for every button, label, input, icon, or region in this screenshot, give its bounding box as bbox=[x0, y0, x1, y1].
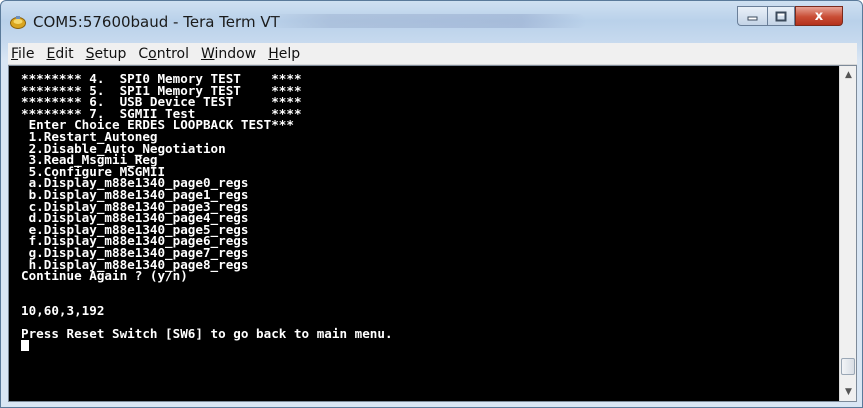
menu-item-1[interactable]: Edit bbox=[46, 46, 73, 62]
tera-term-app-icon[interactable] bbox=[10, 15, 26, 29]
minimize-icon bbox=[747, 16, 757, 21]
menu-mnemonic: H bbox=[268, 45, 279, 62]
terminal-line: Continue Again ? (y/n) bbox=[21, 268, 188, 284]
scroll-up-arrow-icon[interactable]: ▲ bbox=[843, 69, 854, 81]
maximize-icon bbox=[775, 11, 787, 21]
menu-item-5[interactable]: Help bbox=[268, 46, 300, 62]
maximize-button[interactable] bbox=[767, 6, 795, 26]
terminal-line: Press Reset Switch [SW6] to go back to m… bbox=[21, 326, 393, 342]
window-title: COM5:57600baud - Tera Term VT bbox=[33, 13, 280, 31]
vertical-scrollbar[interactable]: ▲ ▼ bbox=[839, 66, 856, 401]
menu-item-3[interactable]: Control bbox=[138, 46, 189, 62]
terminal-line: 10,60,3,192 bbox=[21, 302, 105, 318]
terminal-area[interactable]: ******** 4. SPI0 Memory TEST **** *******… bbox=[8, 65, 857, 402]
minimize-button[interactable] bbox=[737, 6, 767, 26]
menu-mnemonic: E bbox=[46, 45, 56, 62]
blurred-title-area bbox=[266, 14, 586, 28]
menu-label-rest: indow bbox=[214, 45, 257, 62]
close-button[interactable]: x bbox=[795, 6, 843, 26]
text-cursor bbox=[21, 339, 29, 351]
menu-mnemonic: o bbox=[148, 45, 157, 62]
menu-item-0[interactable]: File bbox=[11, 46, 34, 62]
menu-item-4[interactable]: Window bbox=[201, 46, 256, 62]
tera-term-window: COM5:57600baud - Tera Term VT x File Edit… bbox=[0, 0, 863, 408]
menu-prefix: C bbox=[138, 45, 149, 62]
scroll-down-arrow-icon[interactable]: ▼ bbox=[843, 386, 854, 398]
close-icon: x bbox=[814, 8, 824, 24]
scrollbar-thumb[interactable] bbox=[841, 357, 855, 375]
menu-mnemonic: W bbox=[200, 45, 215, 62]
menu-label-rest: ile bbox=[18, 45, 35, 62]
menu-label-rest: etup bbox=[94, 45, 127, 62]
menu-label-rest: elp bbox=[278, 45, 301, 62]
menu-label-rest: ntrol bbox=[156, 45, 189, 62]
terminal-output[interactable]: ******** 4. SPI0 Memory TEST **** *******… bbox=[21, 73, 834, 401]
menu-item-2[interactable]: Setup bbox=[86, 46, 127, 62]
menu-bar: File Edit Setup Control Window Help bbox=[8, 43, 857, 65]
menu-mnemonic: F bbox=[11, 45, 19, 62]
menu-label-rest: dit bbox=[55, 45, 74, 62]
title-bar[interactable]: COM5:57600baud - Tera Term VT x bbox=[1, 1, 862, 43]
